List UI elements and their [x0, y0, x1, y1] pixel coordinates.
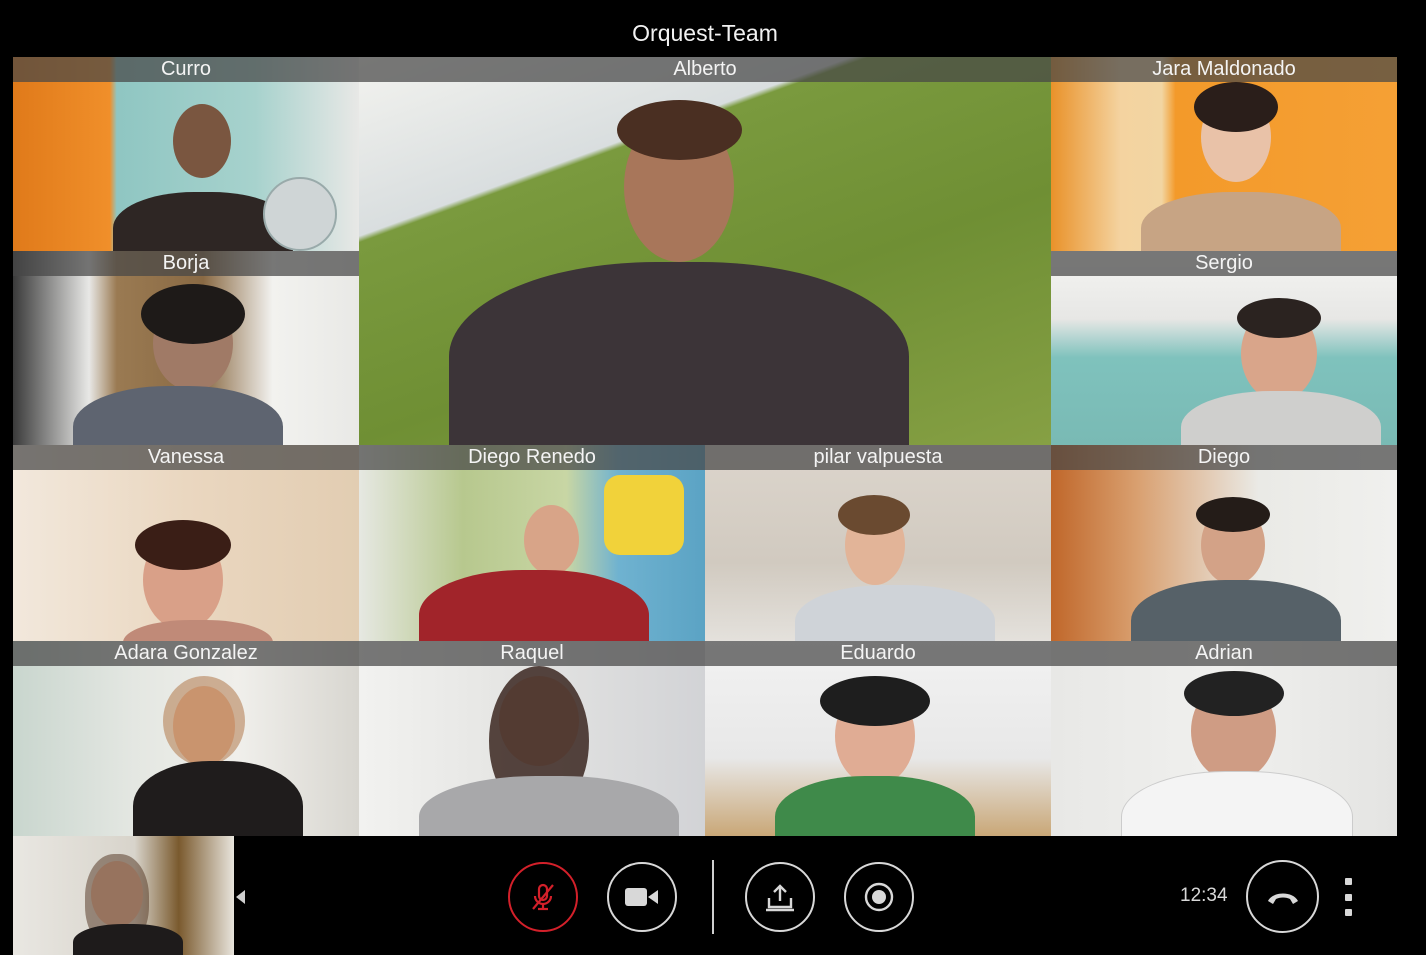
video-feed	[13, 82, 359, 251]
collapse-self-view-arrow-icon[interactable]	[236, 890, 245, 904]
video-feed	[13, 666, 359, 836]
video-conference-window: Orquest-Team Curro Alberto Jara Maldonad…	[0, 0, 1426, 955]
participant-tile-adrian[interactable]: Adrian	[1051, 641, 1397, 836]
participant-tile-curro[interactable]: Curro	[13, 57, 359, 251]
video-camera-icon	[625, 888, 658, 906]
participant-tile-jara-maldonado[interactable]: Jara Maldonado	[1051, 57, 1397, 251]
participant-name: Diego Renedo	[359, 445, 705, 470]
participant-tile-borja[interactable]: Borja	[13, 251, 359, 445]
participant-name: Alberto	[359, 57, 1051, 82]
more-vertical-icon	[1344, 878, 1352, 885]
video-feed	[705, 666, 1051, 836]
participant-tile-sergio[interactable]: Sergio	[1051, 251, 1397, 445]
participant-name: Vanessa	[13, 445, 359, 470]
participant-name: Adrian	[1051, 641, 1397, 666]
more-options-button[interactable]	[1340, 878, 1356, 916]
participant-tile-raquel[interactable]: Raquel	[359, 641, 705, 836]
participant-name: Borja	[13, 251, 359, 276]
participant-tile-diego[interactable]: Diego	[1051, 445, 1397, 641]
record-icon	[864, 882, 894, 912]
screen-share-icon	[766, 884, 794, 912]
video-feed	[13, 470, 359, 641]
toggle-camera-button[interactable]	[607, 862, 677, 932]
participant-name: Sergio	[1051, 251, 1397, 276]
meeting-title: Orquest-Team	[632, 20, 778, 46]
participant-tile-diego-renedo[interactable]: Diego Renedo	[359, 445, 705, 641]
participant-name: Eduardo	[705, 641, 1051, 666]
microphone-muted-icon	[532, 883, 554, 911]
video-feed	[359, 666, 705, 836]
participant-tile-alberto[interactable]: Alberto	[359, 57, 1051, 445]
video-feed	[1051, 276, 1397, 445]
controls-divider	[712, 860, 714, 934]
self-view-video[interactable]	[13, 836, 234, 955]
participant-tile-eduardo[interactable]: Eduardo	[705, 641, 1051, 836]
hang-up-button[interactable]	[1246, 860, 1319, 933]
participant-tile-pilar-valpuesta[interactable]: pilar valpuesta	[705, 445, 1051, 641]
participant-name: pilar valpuesta	[705, 445, 1051, 470]
participant-name: Curro	[13, 57, 359, 82]
participant-name: Raquel	[359, 641, 705, 666]
participant-name: Adara Gonzalez	[13, 641, 359, 666]
video-feed	[359, 82, 1051, 445]
mute-microphone-button[interactable]	[508, 862, 578, 932]
video-feed	[705, 470, 1051, 641]
video-feed	[1051, 666, 1397, 836]
participant-tile-vanessa[interactable]: Vanessa	[13, 445, 359, 641]
record-button[interactable]	[844, 862, 914, 932]
participant-name: Diego	[1051, 445, 1397, 470]
video-feed	[13, 276, 359, 445]
participant-name: Jara Maldonado	[1051, 57, 1397, 82]
video-feed	[359, 470, 705, 641]
hang-up-phone-icon	[1267, 893, 1298, 904]
share-screen-button[interactable]	[745, 862, 815, 932]
meeting-clock: 12:34	[1180, 885, 1228, 906]
video-feed	[1051, 470, 1397, 641]
participant-tile-adara-gonzalez[interactable]: Adara Gonzalez	[13, 641, 359, 836]
video-feed	[1051, 82, 1397, 251]
